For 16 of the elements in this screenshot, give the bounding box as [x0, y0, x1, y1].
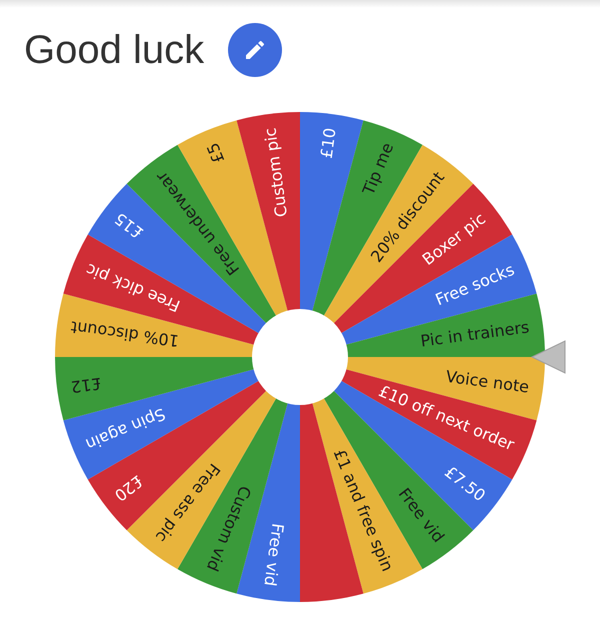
- segment-label: Free dick pic: [82, 260, 183, 316]
- segment-label: Tip me: [358, 140, 398, 198]
- page-title: Good luck: [24, 30, 204, 70]
- segment-label: £5: [202, 140, 228, 166]
- segment-label: £10: [316, 126, 340, 160]
- segment-label: Custom pic: [260, 126, 291, 218]
- segment-label: 10% discount: [70, 317, 180, 350]
- segment-label: Voice note: [444, 366, 530, 397]
- segment-label: £15: [110, 208, 147, 242]
- segment-label: £1 and free spin: [330, 446, 398, 574]
- segment-label: Free vid: [260, 522, 288, 588]
- segment-label: £20: [110, 472, 147, 506]
- segment-label: £12: [70, 374, 102, 397]
- segment-label: Pic in trainers: [419, 317, 530, 351]
- pointer-icon: [530, 340, 566, 374]
- segment-label: Spin again: [82, 404, 168, 454]
